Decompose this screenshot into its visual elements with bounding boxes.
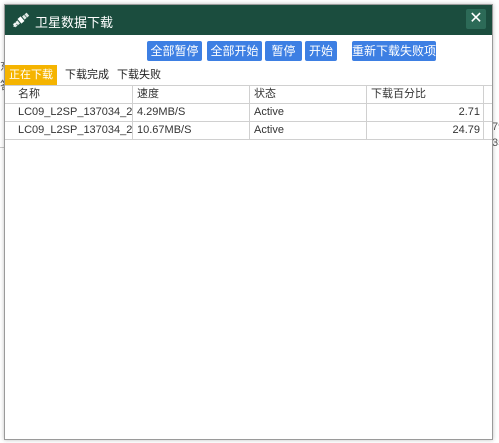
start-all-button[interactable]: 全部开始 [207, 41, 262, 61]
start-button[interactable]: 开始 [305, 41, 337, 61]
tab-downloading[interactable]: 正在下载 [5, 65, 57, 85]
window-title: 卫星数据下载 [35, 15, 114, 30]
download-table: 名称 速度 状态 下载百分比 LC09_L2SP_137034_2... 4.2… [5, 85, 492, 140]
column-header-spacer [484, 86, 497, 103]
cell-name: LC09_L2SP_137034_2... [5, 122, 133, 139]
cell-spacer [484, 122, 497, 139]
table-header: 名称 速度 状态 下载百分比 [5, 85, 492, 104]
cell-status: Active [250, 104, 367, 121]
column-header-name[interactable]: 名称 [5, 86, 133, 103]
column-header-speed[interactable]: 速度 [133, 86, 250, 103]
table-row[interactable]: LC09_L2SP_137034_2... 4.29MB/S Active 2.… [5, 104, 492, 122]
cell-speed: 4.29MB/S [133, 104, 250, 121]
satellite-icon [12, 12, 30, 28]
close-button[interactable]: ✕ [466, 9, 486, 29]
table-row[interactable]: LC09_L2SP_137034_2... 10.67MB/S Active 2… [5, 122, 492, 140]
column-header-status[interactable]: 状态 [250, 86, 367, 103]
pause-button[interactable]: 暂停 [265, 41, 302, 61]
satellite-download-dialog: 卫星数据下载 ✕ 全部暂停 全部开始 暂停 开始 重新下载失败项 正在下载 下载… [4, 4, 493, 440]
cell-name: LC09_L2SP_137034_2... [5, 104, 133, 121]
toolbar: 全部暂停 全部开始 暂停 开始 重新下载失败项 [5, 41, 492, 65]
cell-percent: 24.79 [367, 122, 484, 139]
cell-percent: 2.71 [367, 104, 484, 121]
tab-failed[interactable]: 下载失败 [113, 65, 165, 85]
pause-all-button[interactable]: 全部暂停 [147, 41, 202, 61]
cell-speed: 10.67MB/S [133, 122, 250, 139]
cell-spacer [484, 104, 497, 121]
title-bar[interactable]: 卫星数据下载 ✕ [5, 5, 492, 35]
tab-completed[interactable]: 下载完成 [61, 65, 113, 85]
retry-failed-button[interactable]: 重新下载失败项 [352, 41, 436, 61]
column-header-percent[interactable]: 下载百分比 [367, 86, 484, 103]
cell-status: Active [250, 122, 367, 139]
